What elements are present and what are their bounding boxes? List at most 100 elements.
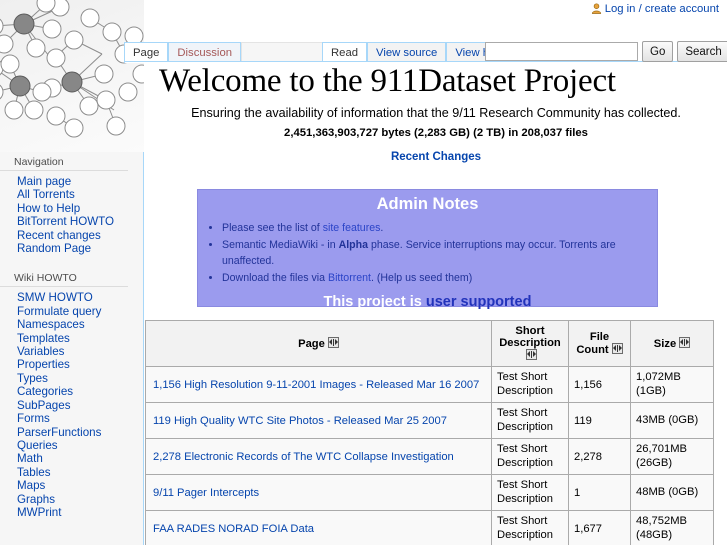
sidebar-item-templates[interactable]: Templates: [0, 332, 144, 345]
list-item[interactable]: MWPrint: [0, 506, 144, 519]
page-title: Welcome to the 911Dataset Project: [159, 63, 616, 99]
list-item[interactable]: SMW HOWTO: [0, 291, 144, 304]
table-header-row: Page Short Description File Count Size: [145, 320, 714, 367]
dataset-table: Page Short Description File Count Size 1…: [145, 320, 714, 545]
search-button[interactable]: Search: [677, 41, 727, 62]
sidebar-item-mwprint[interactable]: MWPrint: [0, 506, 144, 519]
cell-page: FAA RADES NORAD FOIA Data: [145, 510, 492, 545]
list-item[interactable]: All Torrents: [0, 188, 144, 201]
sidebar-item-main-page[interactable]: Main page: [0, 175, 144, 188]
list-item[interactable]: Variables: [0, 345, 144, 358]
list-item[interactable]: Formulate query: [0, 305, 144, 318]
cell-file-count: 1,156: [568, 366, 631, 403]
sidebar-item-queries[interactable]: Queries: [0, 439, 144, 452]
sidebar-item-subpages[interactable]: SubPages: [0, 399, 144, 412]
column-header-size[interactable]: Size: [630, 320, 714, 367]
sidebar-item-types[interactable]: Types: [0, 372, 144, 385]
page-link[interactable]: 1,156 High Resolution 9-11-2001 Images -…: [153, 379, 479, 391]
column-header-short-description[interactable]: Short Description: [491, 320, 569, 367]
cell-page: 1,156 High Resolution 9-11-2001 Images -…: [145, 366, 492, 403]
column-header-page-label: Page: [298, 338, 325, 350]
sidebar-item-properties[interactable]: Properties: [0, 358, 144, 371]
sidebar-item-maps[interactable]: Maps: [0, 479, 144, 492]
sidebar-item-all-torrents[interactable]: All Torrents: [0, 188, 144, 201]
cell-size: 26,701MB (26GB): [630, 438, 714, 475]
login-create-account-link[interactable]: Log in / create account: [605, 3, 719, 15]
list-item[interactable]: SubPages: [0, 399, 144, 412]
footline-text: This project is: [323, 294, 426, 310]
list-item[interactable]: How to Help: [0, 202, 144, 215]
table-row: 2,278 Electronic Records of The WTC Coll…: [145, 438, 714, 475]
tab-page[interactable]: Page: [124, 42, 169, 63]
sidebar-item-bittorrent-howto[interactable]: BitTorrent HOWTO: [0, 215, 144, 228]
cell-page: 2,278 Electronic Records of The WTC Coll…: [145, 438, 492, 475]
list-item: Download the files via Bittorrent. (Help…: [222, 270, 657, 286]
sidebar-section-wiki-howto: Wiki HOWTO SMW HOWTO Formulate query Nam…: [0, 268, 144, 519]
site-features-link[interactable]: site features: [323, 222, 381, 234]
site-logo[interactable]: [0, 0, 144, 152]
list-item[interactable]: Queries: [0, 439, 144, 452]
list-item[interactable]: Types: [0, 372, 144, 385]
tab-view-source[interactable]: View source: [367, 42, 447, 63]
sidebar-item-categories[interactable]: Categories: [0, 385, 144, 398]
cell-file-count: 2,278: [568, 438, 631, 475]
column-header-file-count[interactable]: File Count: [568, 320, 631, 367]
list-item[interactable]: ParserFunctions: [0, 426, 144, 439]
tab-discussion[interactable]: Discussion: [168, 42, 242, 63]
personal-tools: Log in / create account: [591, 3, 719, 17]
search-input[interactable]: [485, 42, 638, 61]
column-header-size-label: Size: [653, 338, 677, 350]
sort-icon[interactable]: [611, 343, 623, 354]
sidebar-item-random-page[interactable]: Random Page: [0, 242, 144, 255]
list-item[interactable]: Tables: [0, 466, 144, 479]
cell-size: 43MB (0GB): [630, 402, 714, 439]
sidebar-item-tables[interactable]: Tables: [0, 466, 144, 479]
page-link[interactable]: FAA RADES NORAD FOIA Data: [153, 523, 314, 535]
sidebar-item-math[interactable]: Math: [0, 452, 144, 465]
table-row: 1,156 High Resolution 9-11-2001 Images -…: [145, 366, 714, 403]
tab-read[interactable]: Read: [322, 42, 368, 63]
column-header-page[interactable]: Page: [145, 320, 492, 367]
sidebar-item-formulate-query[interactable]: Formulate query: [0, 305, 144, 318]
wiki-page: Navigation Main page All Torrents How to…: [0, 0, 727, 545]
sidebar-item-parserfunctions[interactable]: ParserFunctions: [0, 426, 144, 439]
list-item[interactable]: Properties: [0, 358, 144, 371]
cell-description: Test Short Description: [491, 438, 569, 475]
sidebar-heading-navigation: Navigation: [0, 152, 128, 171]
list-item[interactable]: Recent changes: [0, 229, 144, 242]
go-button[interactable]: Go: [642, 41, 674, 62]
sort-icon[interactable]: [327, 337, 339, 348]
page-link[interactable]: 119 High Quality WTC Site Photos - Relea…: [153, 415, 447, 427]
list-item[interactable]: Templates: [0, 332, 144, 345]
list-item[interactable]: Main page: [0, 175, 144, 188]
user-supported-link[interactable]: user supported: [426, 294, 532, 310]
list-item[interactable]: Forms: [0, 412, 144, 425]
sidebar-item-smw-howto[interactable]: SMW HOWTO: [0, 291, 144, 304]
list-item[interactable]: Math: [0, 452, 144, 465]
sidebar-item-namespaces[interactable]: Namespaces: [0, 318, 144, 331]
list-item[interactable]: Maps: [0, 479, 144, 492]
list-item[interactable]: BitTorrent HOWTO: [0, 215, 144, 228]
bittorrent-link[interactable]: Bittorrent: [328, 272, 371, 284]
table-body: 1,156 High Resolution 9-11-2001 Images -…: [145, 366, 714, 545]
sidebar-item-recent-changes[interactable]: Recent changes: [0, 229, 144, 242]
page-link[interactable]: 2,278 Electronic Records of The WTC Coll…: [153, 451, 454, 463]
sidebar-item-how-to-help[interactable]: How to Help: [0, 202, 144, 215]
recent-changes-link[interactable]: Recent Changes: [391, 151, 481, 163]
sidebar-list-navigation: Main page All Torrents How to Help BitTo…: [0, 175, 144, 255]
user-icon: [591, 3, 602, 17]
cell-file-count: 1,677: [568, 510, 631, 545]
sidebar-item-variables[interactable]: Variables: [0, 345, 144, 358]
sidebar-item-forms[interactable]: Forms: [0, 412, 144, 425]
bullet-3-pre: Download the files via: [222, 272, 328, 284]
list-item[interactable]: Random Page: [0, 242, 144, 255]
list-item[interactable]: Graphs: [0, 493, 144, 506]
page-link[interactable]: 9/11 Pager Intercepts: [153, 487, 259, 499]
sort-icon[interactable]: [526, 349, 537, 360]
sidebar-item-graphs[interactable]: Graphs: [0, 493, 144, 506]
list-item[interactable]: Categories: [0, 385, 144, 398]
cell-size: 1,072MB (1GB): [630, 366, 714, 403]
bullet-2-pre: Semantic MediaWiki - in: [222, 239, 339, 251]
sort-icon[interactable]: [679, 337, 691, 348]
list-item[interactable]: Namespaces: [0, 318, 144, 331]
